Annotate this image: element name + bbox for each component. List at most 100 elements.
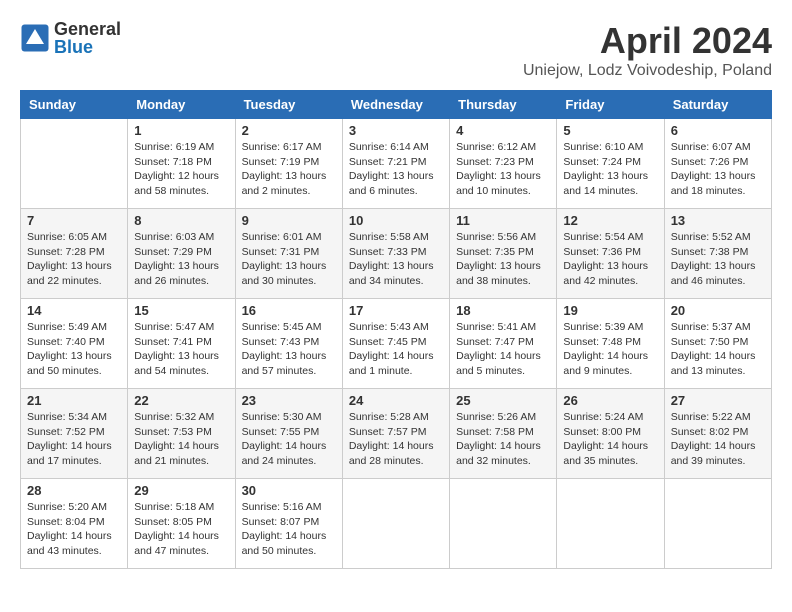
day-info: Sunrise: 6:05 AM Sunset: 7:28 PM Dayligh… <box>27 230 121 289</box>
day-info: Sunrise: 5:41 AM Sunset: 7:47 PM Dayligh… <box>456 320 550 379</box>
day-number: 13 <box>671 213 765 228</box>
day-info: Sunrise: 5:32 AM Sunset: 7:53 PM Dayligh… <box>134 410 228 469</box>
day-info: Sunrise: 5:16 AM Sunset: 8:07 PM Dayligh… <box>242 500 336 559</box>
day-number: 10 <box>349 213 443 228</box>
day-info: Sunrise: 5:34 AM Sunset: 7:52 PM Dayligh… <box>27 410 121 469</box>
calendar-cell: 11Sunrise: 5:56 AM Sunset: 7:35 PM Dayli… <box>450 209 557 299</box>
day-number: 17 <box>349 303 443 318</box>
calendar-cell: 27Sunrise: 5:22 AM Sunset: 8:02 PM Dayli… <box>664 389 771 479</box>
day-number: 30 <box>242 483 336 498</box>
calendar-cell: 15Sunrise: 5:47 AM Sunset: 7:41 PM Dayli… <box>128 299 235 389</box>
day-info: Sunrise: 6:07 AM Sunset: 7:26 PM Dayligh… <box>671 140 765 199</box>
month-title: April 2024 <box>523 20 772 62</box>
day-info: Sunrise: 5:39 AM Sunset: 7:48 PM Dayligh… <box>563 320 657 379</box>
day-header-monday: Monday <box>128 91 235 119</box>
calendar-week-5: 28Sunrise: 5:20 AM Sunset: 8:04 PM Dayli… <box>21 479 772 569</box>
calendar-cell: 14 Sunrise: 5:49 AM Sunset: 7:40 PM Dayli… <box>21 299 128 389</box>
day-number: 26 <box>563 393 657 408</box>
day-number: 8 <box>134 213 228 228</box>
day-number: 2 <box>242 123 336 138</box>
day-header-tuesday: Tuesday <box>235 91 342 119</box>
day-info: Sunrise: 5:49 AM Sunset: 7:40 PM Dayligh… <box>27 320 121 379</box>
logo-line2: Blue <box>54 38 121 56</box>
day-number: 3 <box>349 123 443 138</box>
day-info: Sunrise: 6:10 AM Sunset: 7:24 PM Dayligh… <box>563 140 657 199</box>
calendar-cell: 25 Sunrise: 5:26 AM Sunset: 7:58 PM Dayli… <box>450 389 557 479</box>
calendar-week-4: 21 Sunrise: 5:34 AM Sunset: 7:52 PM Dayli… <box>21 389 772 479</box>
day-number: 6 <box>671 123 765 138</box>
calendar-cell: 13 Sunrise: 5:52 AM Sunset: 7:38 PM Dayli… <box>664 209 771 299</box>
location-title: Uniejow, Lodz Voivodeship, Poland <box>523 62 772 80</box>
logo-icon <box>20 23 50 53</box>
day-number: 21 <box>27 393 121 408</box>
header: General Blue April 2024 Uniejow, Lodz Vo… <box>20 20 772 80</box>
day-number: 22 <box>134 393 228 408</box>
day-info: Sunrise: 5:22 AM Sunset: 8:02 PM Dayligh… <box>671 410 765 469</box>
logo-line1: General <box>54 20 121 38</box>
calendar-cell: 21 Sunrise: 5:34 AM Sunset: 7:52 PM Dayli… <box>21 389 128 479</box>
calendar-cell: 6 Sunrise: 6:07 AM Sunset: 7:26 PM Daylig… <box>664 119 771 209</box>
day-info: Sunrise: 5:20 AM Sunset: 8:04 PM Dayligh… <box>27 500 121 559</box>
day-info: Sunrise: 5:52 AM Sunset: 7:38 PM Dayligh… <box>671 230 765 289</box>
day-info: Sunrise: 5:43 AM Sunset: 7:45 PM Dayligh… <box>349 320 443 379</box>
day-number: 9 <box>242 213 336 228</box>
day-info: Sunrise: 5:26 AM Sunset: 7:58 PM Dayligh… <box>456 410 550 469</box>
calendar-week-3: 14 Sunrise: 5:49 AM Sunset: 7:40 PM Dayli… <box>21 299 772 389</box>
day-number: 4 <box>456 123 550 138</box>
calendar-cell: 18 Sunrise: 5:41 AM Sunset: 7:47 PM Dayli… <box>450 299 557 389</box>
calendar-cell: 5 Sunrise: 6:10 AM Sunset: 7:24 PM Daylig… <box>557 119 664 209</box>
calendar-cell: 8 Sunrise: 6:03 AM Sunset: 7:29 PM Daylig… <box>128 209 235 299</box>
day-info: Sunrise: 5:30 AM Sunset: 7:55 PM Dayligh… <box>242 410 336 469</box>
calendar-cell: 24Sunrise: 5:28 AM Sunset: 7:57 PM Dayli… <box>342 389 449 479</box>
day-info: Sunrise: 5:56 AM Sunset: 7:35 PM Dayligh… <box>456 230 550 289</box>
calendar-cell: 19 Sunrise: 5:39 AM Sunset: 7:48 PM Dayli… <box>557 299 664 389</box>
day-number: 14 <box>27 303 121 318</box>
calendar-cell <box>664 479 771 569</box>
day-number: 18 <box>456 303 550 318</box>
calendar-table: SundayMondayTuesdayWednesdayThursdayFrid… <box>20 90 772 569</box>
logo-text: General Blue <box>54 20 121 56</box>
day-info: Sunrise: 5:24 AM Sunset: 8:00 PM Dayligh… <box>563 410 657 469</box>
calendar-cell <box>557 479 664 569</box>
title-area: April 2024 Uniejow, Lodz Voivodeship, Po… <box>523 20 772 80</box>
day-number: 1 <box>134 123 228 138</box>
calendar-cell: 28Sunrise: 5:20 AM Sunset: 8:04 PM Dayli… <box>21 479 128 569</box>
day-number: 15 <box>134 303 228 318</box>
calendar-cell: 30 Sunrise: 5:16 AM Sunset: 8:07 PM Dayli… <box>235 479 342 569</box>
day-info: Sunrise: 5:54 AM Sunset: 7:36 PM Dayligh… <box>563 230 657 289</box>
calendar-cell: 22 Sunrise: 5:32 AM Sunset: 7:53 PM Dayli… <box>128 389 235 479</box>
day-number: 23 <box>242 393 336 408</box>
calendar-cell: 1 Sunrise: 6:19 AM Sunset: 7:18 PM Daylig… <box>128 119 235 209</box>
calendar-cell: 16 Sunrise: 5:45 AM Sunset: 7:43 PM Dayli… <box>235 299 342 389</box>
day-number: 12 <box>563 213 657 228</box>
day-number: 25 <box>456 393 550 408</box>
day-info: Sunrise: 6:19 AM Sunset: 7:18 PM Dayligh… <box>134 140 228 199</box>
calendar-cell: 9Sunrise: 6:01 AM Sunset: 7:31 PM Daylig… <box>235 209 342 299</box>
day-number: 16 <box>242 303 336 318</box>
day-info: Sunrise: 5:37 AM Sunset: 7:50 PM Dayligh… <box>671 320 765 379</box>
calendar-cell: 29Sunrise: 5:18 AM Sunset: 8:05 PM Dayli… <box>128 479 235 569</box>
day-number: 5 <box>563 123 657 138</box>
day-info: Sunrise: 5:45 AM Sunset: 7:43 PM Dayligh… <box>242 320 336 379</box>
logo: General Blue <box>20 20 121 56</box>
calendar-cell: 26 Sunrise: 5:24 AM Sunset: 8:00 PM Dayli… <box>557 389 664 479</box>
calendar-week-2: 7Sunrise: 6:05 AM Sunset: 7:28 PM Daylig… <box>21 209 772 299</box>
day-header-saturday: Saturday <box>664 91 771 119</box>
calendar-cell <box>450 479 557 569</box>
calendar-cell <box>21 119 128 209</box>
calendar-cell: 4Sunrise: 6:12 AM Sunset: 7:23 PM Daylig… <box>450 119 557 209</box>
day-header-thursday: Thursday <box>450 91 557 119</box>
day-number: 20 <box>671 303 765 318</box>
day-info: Sunrise: 6:03 AM Sunset: 7:29 PM Dayligh… <box>134 230 228 289</box>
day-info: Sunrise: 6:17 AM Sunset: 7:19 PM Dayligh… <box>242 140 336 199</box>
day-number: 19 <box>563 303 657 318</box>
calendar-cell: 12 Sunrise: 5:54 AM Sunset: 7:36 PM Dayli… <box>557 209 664 299</box>
day-info: Sunrise: 5:18 AM Sunset: 8:05 PM Dayligh… <box>134 500 228 559</box>
calendar-cell: 17 Sunrise: 5:43 AM Sunset: 7:45 PM Dayli… <box>342 299 449 389</box>
day-info: Sunrise: 6:14 AM Sunset: 7:21 PM Dayligh… <box>349 140 443 199</box>
day-header-sunday: Sunday <box>21 91 128 119</box>
day-info: Sunrise: 5:58 AM Sunset: 7:33 PM Dayligh… <box>349 230 443 289</box>
calendar-cell <box>342 479 449 569</box>
calendar-cell: 23 Sunrise: 5:30 AM Sunset: 7:55 PM Dayli… <box>235 389 342 479</box>
calendar-cell: 20 Sunrise: 5:37 AM Sunset: 7:50 PM Dayli… <box>664 299 771 389</box>
